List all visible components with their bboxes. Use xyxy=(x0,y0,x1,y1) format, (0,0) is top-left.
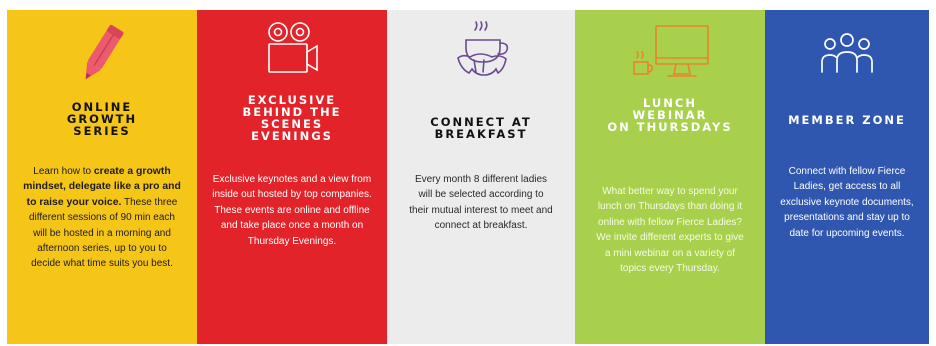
panel-title: MEMBER ZONE xyxy=(788,113,906,127)
panel-title: ONLINE GROWTH SERIES xyxy=(66,100,138,138)
panel-title: LUNCH WEBINAR ON THURSDAYS xyxy=(607,96,733,134)
panel-member-zone: MEMBER ZONE Connect with fellow Fierce L… xyxy=(765,10,929,344)
coffee-croissant-icon xyxy=(457,21,509,76)
services-strip: ONLINE GROWTH SERIES Learn how to create… xyxy=(7,10,929,344)
panel-description: What better way to spend your lunch on T… xyxy=(596,186,744,275)
panel-online-growth-series: ONLINE GROWTH SERIES Learn how to create… xyxy=(7,10,197,344)
panel-title: CONNECT AT BREAKFAST xyxy=(430,115,532,141)
panel-description: Every month 8 different ladies will be s… xyxy=(409,174,553,232)
panel-connect-at-breakfast: CONNECT AT BREAKFAST Every month 8 diffe… xyxy=(387,10,575,344)
panel-behind-the-scenes: EXCLUSIVE BEHIND THE SCENES EVENINGS Exc… xyxy=(197,10,387,344)
panel-title: EXCLUSIVE BEHIND THE SCENES EVENINGS xyxy=(242,93,342,143)
pencil-icon xyxy=(85,24,124,80)
movie-camera-icon xyxy=(268,22,318,73)
panel-description: Learn how to create a growth mindset, de… xyxy=(23,166,181,270)
panel-lunch-webinar: LUNCH WEBINAR ON THURSDAYS What better w… xyxy=(575,10,765,344)
panel-description: Connect with fellow Fierce Ladies, get a… xyxy=(780,166,914,239)
panel-description: Exclusive keynotes and a view from insid… xyxy=(212,174,372,247)
people-group-icon xyxy=(821,33,873,73)
computer-coffee-icon xyxy=(633,25,709,77)
